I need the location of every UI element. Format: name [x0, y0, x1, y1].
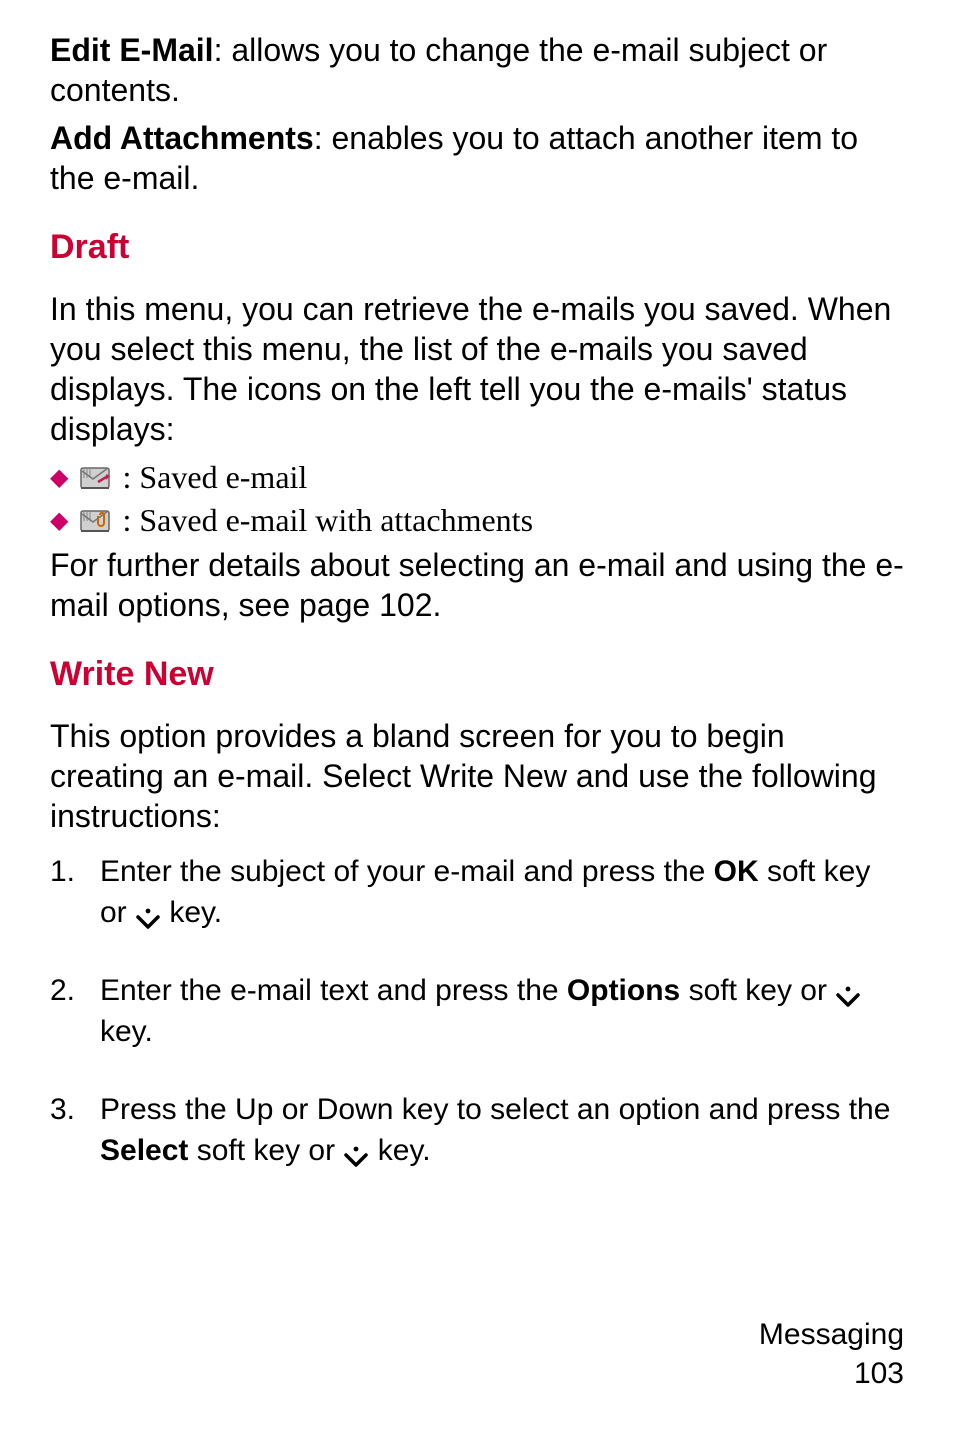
step-3-content: Press the Up or Down key to select an op… — [100, 1090, 904, 1171]
write-new-heading: Write New — [50, 655, 904, 694]
add-attachments-label: Add Attachments — [50, 120, 314, 156]
page-footer: Messaging 103 — [759, 1315, 904, 1393]
step-2-content: Enter the e-mail text and press the Opti… — [100, 971, 904, 1052]
write-new-paragraph: This option provides a bland screen for … — [50, 716, 904, 836]
draft-heading: Draft — [50, 228, 904, 267]
saved-email-attachments-icon — [78, 507, 112, 535]
step-3-mid: soft key or — [188, 1134, 343, 1167]
footer-page-number: 103 — [759, 1354, 904, 1393]
step-3-number: 3. — [50, 1090, 80, 1131]
step-2-bold: Options — [567, 974, 680, 1007]
step-1-content: Enter the subject of your e-mail and pre… — [100, 852, 904, 933]
bullet-saved-email-attachments-text: : Saved e-mail with attachments — [122, 502, 533, 539]
footer-section: Messaging — [759, 1315, 904, 1354]
step-2: 2. Enter the e-mail text and press the O… — [50, 971, 904, 1052]
intro-edit-line: Edit E-Mail: allows you to change the e-… — [50, 30, 904, 110]
draft-bullet-list: ◆ : Saved e-mail ◆ — [50, 459, 904, 539]
bullet-saved-email: ◆ : Saved e-mail — [50, 459, 904, 496]
step-2-post: key. — [100, 1015, 153, 1048]
nav-key-icon — [343, 1141, 369, 1167]
step-1-number: 1. — [50, 852, 80, 893]
step-1-post: key. — [161, 896, 222, 929]
step-1: 1. Enter the subject of your e-mail and … — [50, 852, 904, 933]
draft-after-paragraph: For further details about selecting an e… — [50, 545, 904, 625]
bullet-saved-email-attachments: ◆ : Saved e-mail with attachments — [50, 502, 904, 539]
page: Edit E-Mail: allows you to change the e-… — [0, 0, 954, 1433]
write-new-steps: 1. Enter the subject of your e-mail and … — [50, 852, 904, 1171]
diamond-icon: ◆ — [50, 509, 68, 533]
step-3: 3. Press the Up or Down key to select an… — [50, 1090, 904, 1171]
step-3-post: key. — [369, 1134, 430, 1167]
step-3-bold: Select — [100, 1134, 188, 1167]
saved-email-icon — [78, 464, 112, 492]
step-2-pre: Enter the e-mail text and press the — [100, 974, 567, 1007]
step-1-pre: Enter the subject of your e-mail and pre… — [100, 855, 714, 888]
step-3-pre: Press the Up or Down key to select an op… — [100, 1093, 890, 1126]
step-2-mid: soft key or — [680, 974, 835, 1007]
nav-key-icon — [835, 981, 861, 1007]
step-2-number: 2. — [50, 971, 80, 1012]
nav-key-icon — [135, 903, 161, 929]
edit-email-label: Edit E-Mail — [50, 32, 214, 68]
bullet-saved-email-text: : Saved e-mail — [122, 459, 307, 496]
step-1-bold: OK — [714, 855, 759, 888]
intro-attach-line: Add Attachments: enables you to attach a… — [50, 118, 904, 198]
diamond-icon: ◆ — [50, 466, 68, 490]
draft-paragraph: In this menu, you can retrieve the e-mai… — [50, 289, 904, 449]
